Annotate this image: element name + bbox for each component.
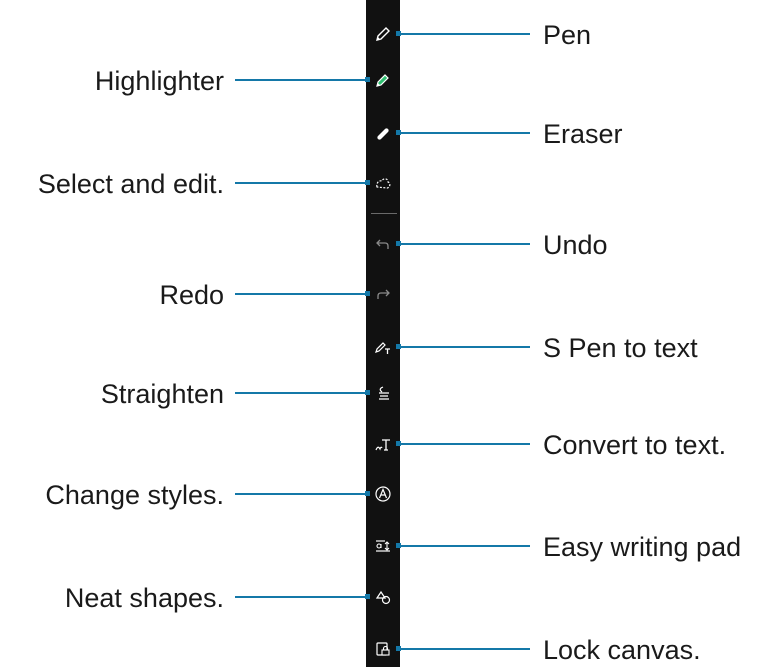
pen-icon	[374, 25, 392, 43]
straighten-tool-button[interactable]	[365, 379, 398, 407]
label-writing-pad: Easy writing pad	[543, 532, 742, 562]
pen-tool-button[interactable]	[368, 20, 401, 48]
label-highlighter: Highlighter	[94, 66, 224, 96]
pen-to-text-icon	[374, 338, 392, 356]
callout-line-styles	[235, 493, 368, 495]
eraser-icon	[374, 124, 392, 142]
callout-line-spen	[398, 346, 530, 348]
label-redo: Redo	[159, 280, 224, 310]
callout-line-select	[235, 182, 368, 184]
lock-canvas-icon	[374, 640, 392, 658]
undo-tool-button[interactable]	[368, 230, 401, 258]
label-change-styles: Change styles.	[45, 480, 224, 510]
eraser-tool-button[interactable]	[368, 119, 401, 147]
callout-line-redo	[235, 293, 368, 295]
callout-line-shapes	[235, 596, 368, 598]
change-styles-button[interactable]	[365, 480, 398, 508]
label-neat-shapes: Neat shapes.	[64, 583, 224, 613]
label-spen-to-text: S Pen to text	[543, 333, 698, 363]
lasso-icon	[374, 174, 392, 192]
redo-tool-button[interactable]	[365, 280, 398, 308]
label-straighten: Straighten	[100, 379, 224, 409]
select-tool-button[interactable]	[365, 169, 398, 197]
straighten-icon	[374, 384, 392, 402]
label-undo: Undo	[543, 230, 608, 260]
callout-line-eraser	[398, 132, 530, 134]
label-lock-canvas: Lock canvas.	[543, 635, 701, 665]
writing-pad-icon	[374, 537, 392, 555]
neat-shapes-button[interactable]	[365, 583, 398, 611]
callout-line-undo	[398, 243, 530, 245]
highlighter-tool-button[interactable]	[365, 66, 398, 94]
callout-line-pad	[398, 545, 530, 547]
shapes-icon	[374, 588, 392, 606]
label-eraser: Eraser	[543, 119, 623, 149]
change-style-icon	[374, 485, 392, 503]
highlighter-icon	[374, 71, 392, 89]
convert-text-icon	[374, 435, 392, 453]
spen-to-text-button[interactable]	[368, 333, 401, 361]
callout-line-convert	[398, 443, 530, 445]
callout-line-highlighter	[235, 79, 368, 81]
label-select: Select and edit.	[37, 169, 224, 199]
toolbar-divider	[371, 213, 397, 214]
callout-line-straighten	[235, 392, 368, 394]
undo-icon	[374, 235, 392, 253]
callout-line-pen	[398, 33, 530, 35]
callout-line-lock	[398, 648, 530, 650]
label-pen: Pen	[543, 20, 592, 50]
label-convert-to-text: Convert to text.	[543, 430, 727, 460]
writing-pad-button[interactable]	[368, 532, 401, 560]
convert-to-text-button[interactable]	[368, 430, 401, 458]
lock-canvas-button[interactable]	[368, 635, 401, 663]
redo-icon	[374, 285, 392, 303]
